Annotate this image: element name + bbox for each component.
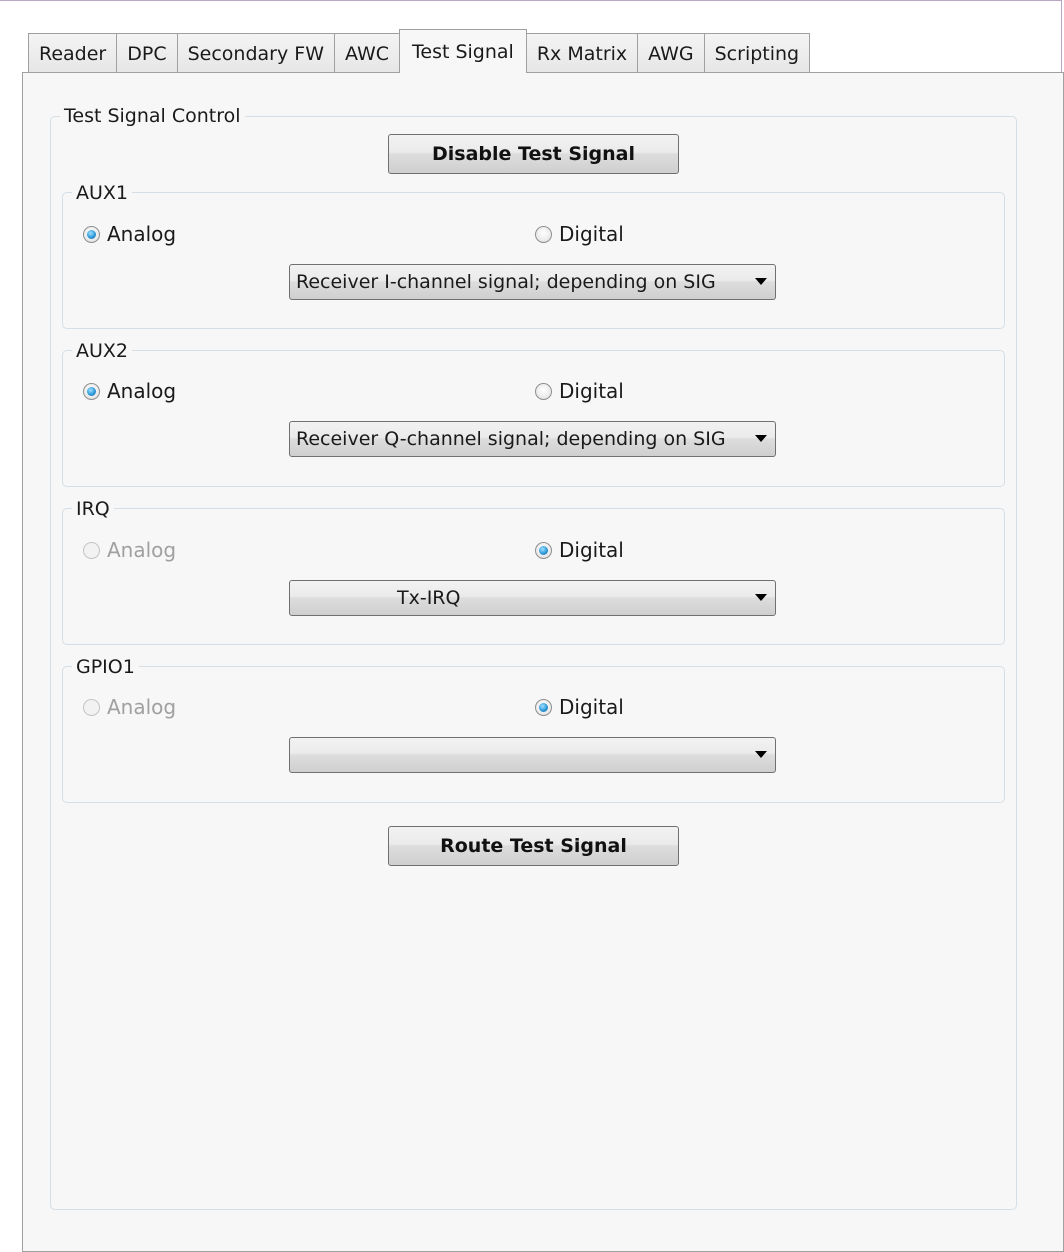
tab-strip: Reader DPC Secondary FW AWC Test Signal … — [28, 29, 811, 75]
irq-analog-radio[interactable]: Analog — [83, 538, 176, 562]
gpio1-digital-radio[interactable]: Digital — [535, 695, 624, 719]
aux1-title: AUX1 — [72, 182, 133, 204]
irq-signal-dropdown[interactable]: Tx-IRQ — [289, 580, 776, 616]
chevron-down-icon — [747, 594, 775, 602]
gpio1-signal-dropdown[interactable] — [289, 737, 776, 773]
aux1-digital-radio[interactable]: Digital — [535, 222, 624, 246]
radio-checked-icon — [83, 225, 100, 243]
tab-awg[interactable]: AWG — [637, 33, 705, 73]
tab-scripting[interactable]: Scripting — [703, 33, 811, 73]
tab-awc[interactable]: AWC — [334, 33, 401, 73]
tab-secondary-fw[interactable]: Secondary FW — [176, 33, 335, 73]
aux1-signal-dropdown[interactable]: Receiver I-channel signal; depending on … — [289, 264, 776, 300]
gpio1-title: GPIO1 — [72, 656, 139, 678]
aux2-dropdown-value: Receiver Q-channel signal; depending on … — [296, 428, 726, 450]
radio-unchecked-icon — [535, 225, 552, 243]
irq-title: IRQ — [72, 498, 114, 520]
aux2-signal-dropdown[interactable]: Receiver Q-channel signal; depending on … — [289, 421, 776, 457]
aux2-analog-label: Analog — [107, 379, 177, 403]
gpio1-analog-radio[interactable]: Analog — [83, 695, 176, 719]
chevron-down-icon — [747, 278, 775, 286]
aux1-group — [62, 192, 1005, 329]
irq-digital-radio[interactable]: Digital — [535, 538, 624, 562]
aux1-dropdown-value: Receiver I-channel signal; depending on … — [296, 271, 716, 293]
route-test-signal-button[interactable]: Route Test Signal — [388, 826, 679, 866]
radio-unchecked-icon — [83, 541, 100, 559]
radio-checked-icon — [535, 698, 552, 716]
aux2-digital-radio[interactable]: Digital — [535, 379, 624, 403]
disable-test-signal-button[interactable]: Disable Test Signal — [388, 134, 679, 174]
irq-digital-label: Digital — [559, 538, 624, 562]
aux1-analog-label: Analog — [107, 222, 177, 246]
gpio1-digital-label: Digital — [559, 695, 624, 719]
gpio1-analog-label: Analog — [107, 695, 177, 719]
test-signal-control-title: Test Signal Control — [60, 105, 245, 127]
irq-group — [62, 508, 1005, 645]
irq-dropdown-value: Tx-IRQ — [397, 587, 461, 609]
aux2-digital-label: Digital — [559, 379, 624, 403]
gpio1-group — [62, 666, 1005, 803]
aux2-analog-radio[interactable]: Analog — [83, 379, 176, 403]
aux2-group — [62, 350, 1005, 487]
radio-unchecked-icon — [83, 698, 100, 716]
chevron-down-icon — [747, 435, 775, 443]
chevron-down-icon — [747, 751, 775, 759]
tab-rx-matrix[interactable]: Rx Matrix — [525, 33, 639, 73]
irq-analog-label: Analog — [107, 538, 177, 562]
tab-reader[interactable]: Reader — [28, 33, 118, 73]
radio-unchecked-icon — [535, 382, 552, 400]
aux1-digital-label: Digital — [559, 222, 624, 246]
radio-checked-icon — [535, 541, 552, 559]
tab-test-signal[interactable]: Test Signal — [399, 29, 527, 75]
radio-checked-icon — [83, 382, 100, 400]
aux1-analog-radio[interactable]: Analog — [83, 222, 176, 246]
aux2-title: AUX2 — [72, 340, 133, 362]
tab-dpc[interactable]: DPC — [116, 33, 178, 73]
